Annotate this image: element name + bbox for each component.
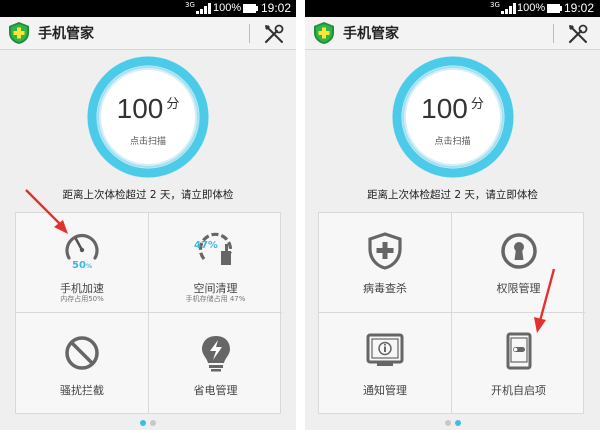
settings-tools-icon[interactable]	[567, 23, 589, 45]
page-dot-active	[454, 420, 461, 426]
tile-harassment-block[interactable]: 骚扰拦截	[16, 313, 149, 413]
tile-label: 骚扰拦截	[60, 384, 104, 397]
right-screen: 3G 100% 19:02 手机管家 100 分 点击扫描 距离上次体检超过 2…	[305, 0, 600, 430]
shield-plus-icon	[368, 232, 402, 270]
tile-sublabel: 内存占用50%	[60, 295, 104, 303]
block-icon	[65, 336, 99, 370]
tile-label: 省电管理	[193, 384, 238, 397]
clock: 19:02	[564, 1, 595, 15]
score-value: 100 分	[421, 93, 484, 124]
app-title-bar: 手机管家	[305, 17, 600, 50]
page-dot	[150, 420, 156, 426]
network-type: 3G	[185, 1, 195, 9]
tile-sublabel: 手机存储占用 47%	[185, 295, 246, 303]
settings-tools-icon[interactable]	[263, 23, 285, 45]
shield-logo-icon	[9, 22, 29, 44]
tile-virus-scan[interactable]: 病毒查杀	[319, 213, 452, 313]
clean-badge: 47%	[194, 240, 218, 251]
checkup-notice: 距离上次体检超过 2 天，请立即体检	[367, 189, 538, 201]
red-arrow-annotation	[25, 189, 68, 234]
battery-percent: 100%	[517, 2, 546, 14]
battery-icon	[547, 4, 562, 13]
page-indicator	[441, 420, 465, 428]
scan-score-button[interactable]: 100 分 点击扫描	[389, 53, 517, 181]
tile-label: 开机自启项	[491, 384, 546, 397]
status-bar: 3G 100% 19:02	[0, 0, 296, 17]
clock: 19:02	[261, 1, 292, 15]
red-arrow-annotation	[534, 268, 556, 333]
tile-label: 权限管理	[496, 282, 541, 295]
page-dot	[444, 420, 451, 426]
left-screen: 3G 100% 19:02 手机管家 100 分 点击扫描 距离上次体检超过 2…	[0, 0, 296, 430]
shield-logo-icon	[314, 22, 334, 44]
tile-space-clean[interactable]: 47% 空间清理 手机存储占用 47%	[149, 213, 282, 313]
network-type: 3G	[490, 1, 500, 9]
header-divider	[553, 24, 554, 43]
tile-power-save[interactable]: 省电管理	[149, 313, 282, 413]
status-bar: 3G 100% 19:02	[305, 0, 600, 17]
app-title: 手机管家	[38, 26, 94, 42]
tile-permission-manage[interactable]: 权限管理	[452, 213, 585, 313]
tile-notification-manage[interactable]: 通知管理	[319, 313, 452, 413]
scan-label: 点击扫描	[129, 137, 166, 147]
page-indicator	[136, 420, 160, 428]
tile-autostart-manage[interactable]: 开机自启项	[452, 313, 585, 413]
scan-label: 点击扫描	[434, 137, 471, 147]
app-title-bar: 手机管家	[0, 17, 296, 50]
boost-badge: 50%	[72, 260, 92, 271]
score-value: 100 分	[116, 93, 180, 124]
lightning-bulb-icon	[201, 336, 230, 372]
battery-percent: 100%	[213, 2, 242, 14]
tile-label: 通知管理	[363, 384, 407, 397]
page-dot-active	[140, 420, 146, 426]
info-monitor-icon	[366, 333, 404, 366]
scan-score-button[interactable]: 100 分 点击扫描	[84, 53, 212, 181]
battery-icon	[243, 4, 258, 13]
tile-label: 病毒查杀	[363, 282, 407, 295]
header-divider	[249, 24, 250, 43]
app-title: 手机管家	[343, 26, 399, 42]
